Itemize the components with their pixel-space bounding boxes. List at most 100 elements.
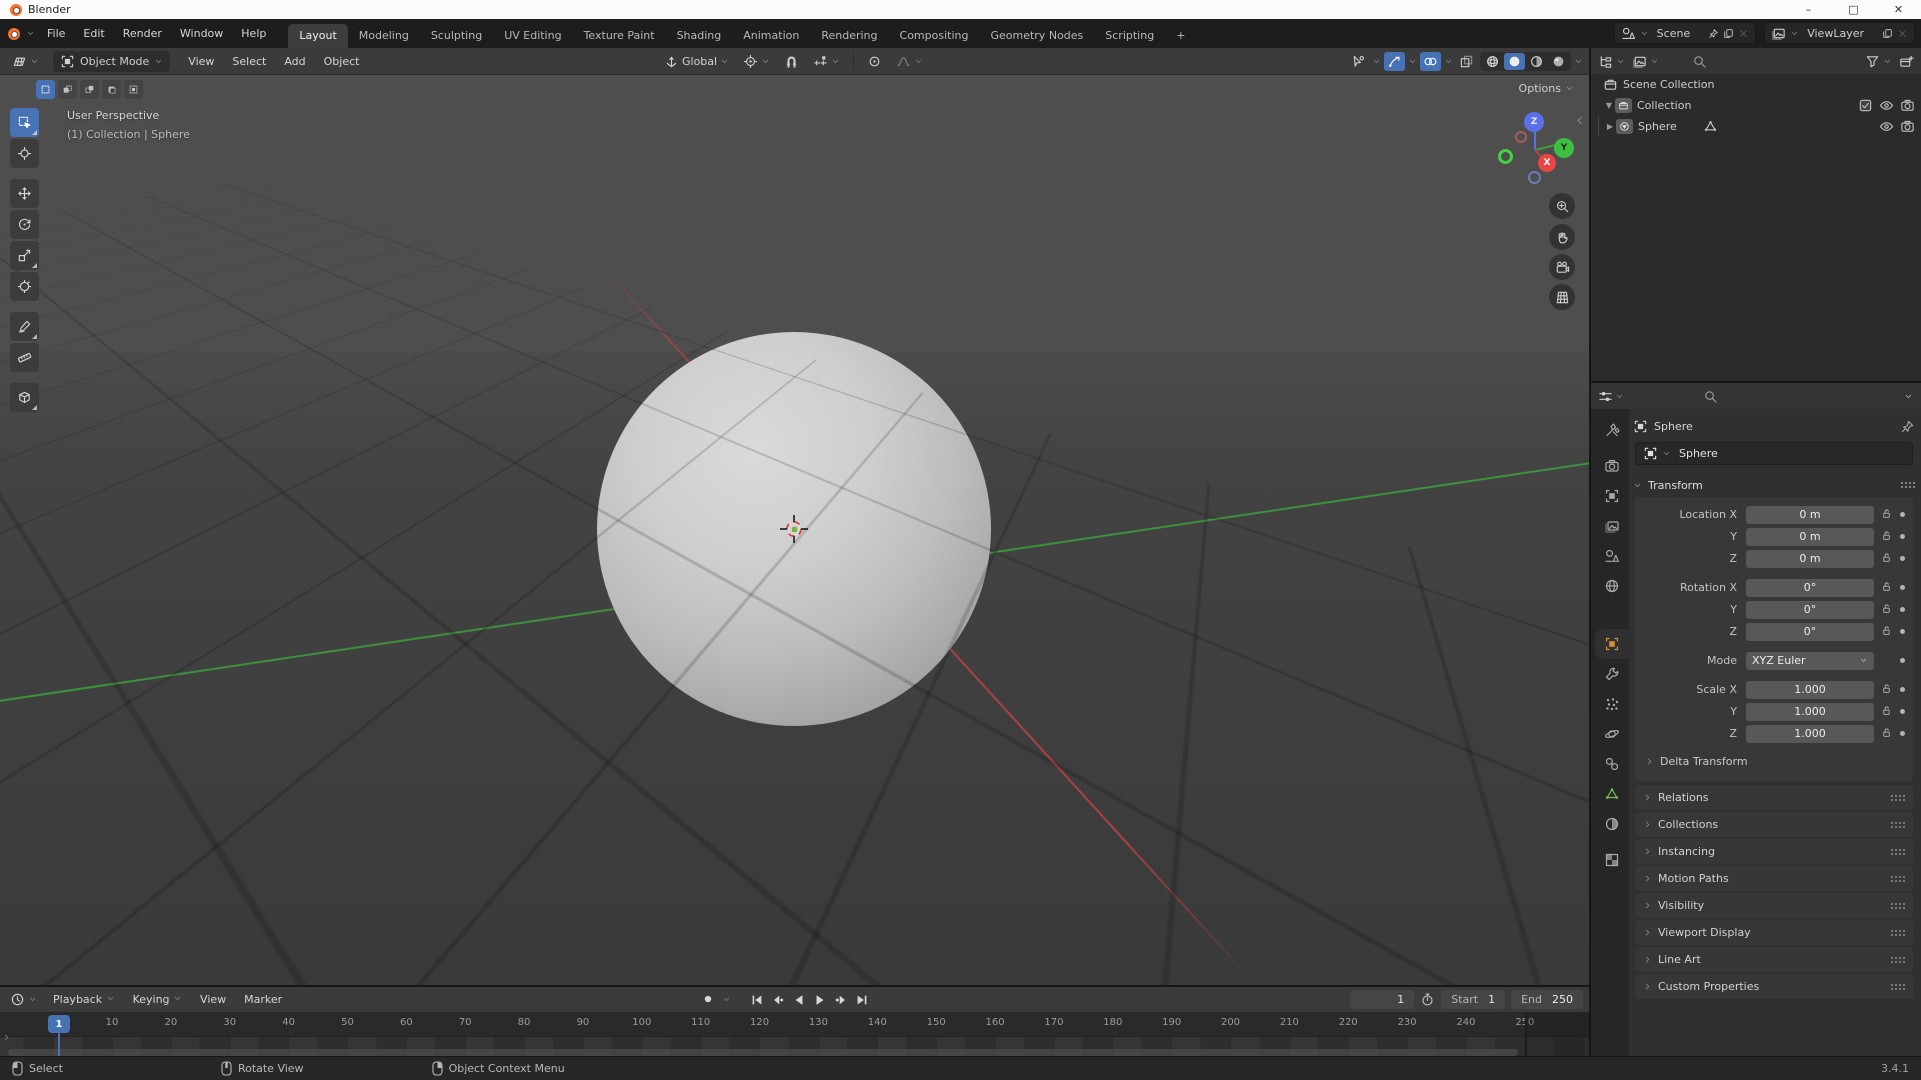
object-visibility-dropdown[interactable] (1348, 52, 1369, 71)
chevron-down-icon[interactable] (1408, 57, 1417, 66)
animate-dot[interactable] (1900, 687, 1905, 692)
tool-move-button[interactable] (10, 179, 39, 208)
animate-dot[interactable] (1900, 512, 1905, 517)
expand-arrow-icon[interactable]: ▼ (1603, 101, 1615, 110)
select-mode-intersect[interactable] (124, 80, 143, 99)
gizmo-neg-x-icon[interactable] (1515, 131, 1527, 143)
panel-grip-icon[interactable] (1890, 820, 1905, 829)
channels-expand-icon[interactable] (2, 1033, 11, 1042)
chevron-down-icon[interactable] (1574, 57, 1583, 66)
menu-file[interactable]: File (39, 24, 73, 43)
gizmo-y-axis-icon[interactable]: Y (1554, 138, 1574, 158)
chevron-down-icon[interactable] (1372, 57, 1381, 66)
section-viewport-display[interactable]: Viewport Display (1635, 920, 1913, 945)
timeline-scrollbar[interactable] (8, 1049, 1518, 1056)
properties-editor-icon[interactable] (1598, 389, 1613, 404)
exclude-checkbox[interactable] (1858, 98, 1873, 113)
frame-end-field[interactable]: End 250 (1511, 990, 1583, 1009)
lock-open-icon[interactable] (1881, 508, 1892, 522)
xray-toggle[interactable] (1456, 52, 1477, 71)
viewport-menu-select[interactable]: Select (224, 52, 274, 71)
value-field[interactable]: 0 m (1746, 549, 1874, 568)
menu-window[interactable]: Window (172, 24, 231, 43)
gizmo-neg-z-icon[interactable] (1528, 171, 1541, 184)
outliner-row-sphere[interactable]: ▶ Sphere (1591, 116, 1921, 137)
properties-tab-object[interactable] (1595, 629, 1629, 659)
workspace-tab-animation[interactable]: Animation (732, 24, 810, 48)
snap-toggle[interactable] (780, 52, 803, 71)
value-field[interactable]: 1.000 (1746, 702, 1874, 721)
workspace-tab-texture-paint[interactable]: Texture Paint (573, 24, 666, 48)
viewport-menu-add[interactable]: Add (276, 52, 313, 71)
lock-open-icon[interactable] (1881, 581, 1892, 595)
shading-rendered-button[interactable] (1548, 53, 1569, 70)
camera-view-button[interactable] (1549, 254, 1575, 280)
play-button[interactable] (812, 992, 828, 1008)
disable-render-icon[interactable] (1900, 119, 1915, 134)
gizmo-z-axis-icon[interactable]: Z (1524, 112, 1544, 132)
pan-button[interactable] (1549, 224, 1575, 250)
new-view-layer-icon[interactable] (1882, 28, 1893, 39)
play-reverse-button[interactable] (791, 992, 807, 1008)
animate-dot[interactable] (1900, 658, 1905, 663)
panel-grip-icon[interactable] (1890, 982, 1905, 991)
pin-icon[interactable] (1900, 419, 1915, 434)
timeline-menu-marker[interactable]: Marker (236, 990, 290, 1009)
hide-eye-icon[interactable] (1879, 98, 1894, 113)
lock-open-icon[interactable] (1881, 625, 1892, 639)
gizmo-neg-y-icon[interactable] (1498, 149, 1513, 164)
properties-tab-scene[interactable] (1595, 541, 1629, 571)
section-custom-properties[interactable]: Custom Properties (1635, 974, 1913, 999)
chevron-down-icon[interactable] (1883, 57, 1892, 66)
workspace-tab-layout[interactable]: Layout (288, 24, 348, 48)
disable-render-icon[interactable] (1900, 98, 1915, 113)
lock-open-icon[interactable] (1881, 727, 1892, 741)
new-collection-icon[interactable] (1899, 54, 1914, 69)
properties-tab-material[interactable] (1595, 809, 1629, 839)
frame-start-field[interactable]: Start 1 (1441, 990, 1506, 1009)
timeline-menu-playback[interactable]: Playback (45, 990, 123, 1009)
scene-selector[interactable]: Scene (1613, 22, 1757, 44)
panel-grip-icon[interactable] (1890, 928, 1905, 937)
panel-grip-icon[interactable] (1890, 874, 1905, 883)
properties-tab-tool[interactable] (1595, 415, 1629, 445)
properties-tab-modifiers[interactable] (1595, 659, 1629, 689)
show-gizmo-toggle[interactable] (1384, 51, 1405, 71)
menu-help[interactable]: Help (233, 24, 274, 43)
section-line-art[interactable]: Line Art (1635, 947, 1913, 972)
timeline-menu-keying[interactable]: Keying (125, 990, 190, 1009)
filter-icon[interactable] (1865, 54, 1880, 69)
outliner-row-scene-collection[interactable]: Scene Collection (1591, 74, 1921, 95)
editor-type-button[interactable] (8, 52, 43, 71)
animate-dot[interactable] (1900, 731, 1905, 736)
sidebar-collapse-icon[interactable] (1574, 115, 1585, 126)
panel-grip-icon[interactable] (1890, 793, 1905, 802)
pin-icon[interactable] (1708, 28, 1719, 39)
search-icon[interactable] (1703, 389, 1718, 404)
shading-wireframe-button[interactable] (1482, 53, 1503, 70)
value-field[interactable]: 0 m (1746, 527, 1874, 546)
properties-tab-view-layer[interactable] (1595, 511, 1629, 541)
workspace-tab-compositing[interactable]: Compositing (889, 24, 980, 48)
value-field[interactable]: 1.000 (1746, 680, 1874, 699)
properties-tab-output[interactable] (1595, 481, 1629, 511)
snap-settings-dropdown[interactable] (809, 52, 844, 71)
jump-to-end-button[interactable] (854, 992, 870, 1008)
panel-grip-icon[interactable] (1890, 955, 1905, 964)
workspace-tab-scripting[interactable]: Scripting (1094, 24, 1165, 48)
select-mode-subtract[interactable] (80, 80, 99, 99)
lock-open-icon[interactable] (1881, 705, 1892, 719)
lock-open-icon[interactable] (1881, 683, 1892, 697)
value-field[interactable]: 0° (1746, 622, 1874, 641)
value-field[interactable]: 0° (1746, 578, 1874, 597)
panel-grip-icon[interactable] (1890, 847, 1905, 856)
value-field[interactable]: 0° (1746, 600, 1874, 619)
object-name-field[interactable]: Sphere (1635, 442, 1913, 465)
tool-rotate-button[interactable] (10, 210, 39, 239)
properties-tab-particles[interactable] (1595, 689, 1629, 719)
timeline-ruler[interactable]: 10 20 30 40 50 60 70 80 90 100 110 120 130 140 150 160 1… (0, 1012, 1589, 1037)
animate-dot[interactable] (1900, 534, 1905, 539)
outliner-row-collection[interactable]: ▼ Collection (1591, 95, 1921, 116)
blender-menu-icon[interactable] (8, 27, 20, 40)
tool-transform-button[interactable] (10, 272, 39, 301)
